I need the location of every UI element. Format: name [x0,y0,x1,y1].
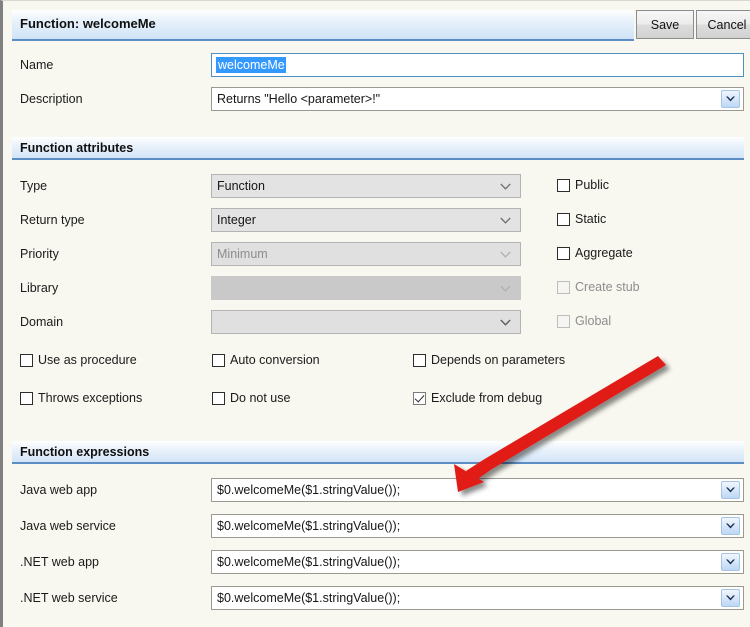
dotnet-web-app-value: $0.welcomeMe($1.stringValue()); [217,555,401,569]
public-checkbox[interactable]: Public [557,178,609,192]
chevron-down-icon[interactable] [495,319,515,326]
type-combobox[interactable]: Function [211,174,521,198]
save-button[interactable]: Save [636,10,694,39]
library-row: Library Create stub [12,276,744,302]
checkbox-box [557,178,570,192]
checkbox-box [557,212,570,226]
description-row: Description Returns "Hello <parameter>!" [12,87,744,113]
chevron-down-icon[interactable] [721,589,740,607]
chevron-down-icon[interactable] [721,90,740,108]
java-web-app-value: $0.welcomeMe($1.stringValue()); [217,483,401,497]
dotnet-web-service-value: $0.welcomeMe($1.stringValue()); [217,591,401,605]
type-value: Function [217,179,265,193]
function-expressions-header: Function expressions [12,441,744,464]
java-web-service-combobox[interactable]: $0.welcomeMe($1.stringValue()); [211,514,744,538]
chevron-down-icon[interactable] [721,481,740,499]
checkbox-box [20,353,33,367]
global-checkbox: Global [557,314,611,328]
function-editor-window: Function: welcomeMe Save Cancel ? Name w… [0,0,750,627]
checkbox-box-checked [413,391,426,405]
throws-exceptions-label: Throws exceptions [38,391,143,405]
type-label: Type [20,179,48,193]
domain-row: Domain Global [12,310,744,336]
window-titlebar: Function: welcomeMe Save Cancel ? [12,10,750,41]
name-label: Name [20,58,54,72]
name-input[interactable]: welcomeMe [211,53,744,77]
depends-on-parameters-label: Depends on parameters [431,353,566,367]
checkbox-box [212,353,225,367]
return-type-label: Return type [20,213,85,227]
java-web-app-combobox[interactable]: $0.welcomeMe($1.stringValue()); [211,478,744,502]
exclude-from-debug-checkbox[interactable]: Exclude from debug [413,391,542,405]
priority-combobox: Minimum [211,242,521,266]
auto-conversion-label: Auto conversion [230,353,320,367]
aggregate-label: Aggregate [575,246,633,260]
return-type-combobox[interactable]: Integer [211,208,521,232]
throws-exceptions-checkbox[interactable]: Throws exceptions [20,391,142,405]
java-web-app-row: Java web app $0.welcomeMe($1.stringValue… [12,478,744,504]
public-label: Public [575,178,610,192]
auto-conversion-checkbox[interactable]: Auto conversion [212,353,320,367]
create-stub-checkbox: Create stub [557,280,640,294]
global-label: Global [575,314,612,328]
description-value: Returns "Hello <parameter>!" [217,92,381,106]
library-combobox [211,276,521,300]
priority-label: Priority [20,247,59,261]
chevron-down-icon[interactable] [495,183,515,190]
library-label: Library [20,281,59,295]
depends-on-parameters-checkbox[interactable]: Depends on parameters [413,353,565,367]
checkbox-box [413,353,426,367]
cancel-button[interactable]: Cancel [696,10,750,39]
create-stub-label: Create stub [575,280,640,294]
dotnet-web-app-row: .NET web app $0.welcomeMe($1.stringValue… [12,550,744,576]
dotnet-web-app-label: .NET web app [20,555,99,569]
description-combobox[interactable]: Returns "Hello <parameter>!" [211,87,744,111]
aggregate-checkbox[interactable]: Aggregate [557,246,633,260]
description-label: Description [20,92,83,106]
return-type-value: Integer [217,213,256,227]
use-as-procedure-label: Use as procedure [38,353,137,367]
static-checkbox[interactable]: Static [557,212,606,226]
name-row: Name welcomeMe [12,53,744,79]
chevron-down-icon [495,251,515,258]
use-as-procedure-checkbox[interactable]: Use as procedure [20,353,137,367]
java-web-service-value: $0.welcomeMe($1.stringValue()); [217,519,401,533]
checkbox-box [557,246,570,260]
domain-combobox[interactable] [211,310,521,334]
dotnet-web-app-combobox[interactable]: $0.welcomeMe($1.stringValue()); [211,550,744,574]
java-web-service-row: Java web service $0.welcomeMe($1.stringV… [12,514,744,540]
function-expressions-title: Function expressions [20,445,150,459]
priority-row: Priority Minimum Aggregate [12,242,744,268]
checkbox-box [557,280,570,294]
type-row: Type Function Public [12,174,744,200]
return-type-row: Return type Integer Static [12,208,744,234]
priority-value: Minimum [217,247,268,261]
chevron-down-icon [495,285,515,292]
dotnet-web-service-combobox[interactable]: $0.welcomeMe($1.stringValue()); [211,586,744,610]
function-attributes-title: Function attributes [20,141,134,155]
chevron-down-icon[interactable] [721,553,740,571]
dotnet-web-service-label: .NET web service [20,591,118,605]
page-title: Function: welcomeMe [20,16,156,31]
exclude-from-debug-label: Exclude from debug [431,391,543,405]
titlebar-band: Function: welcomeMe [12,10,634,41]
dotnet-web-service-row: .NET web service $0.welcomeMe($1.stringV… [12,586,744,612]
domain-label: Domain [20,315,64,329]
static-label: Static [575,212,607,226]
checkbox-box [557,314,570,328]
java-web-service-label: Java web service [20,519,116,533]
do-not-use-label: Do not use [230,391,291,405]
name-input-value: welcomeMe [216,57,286,73]
chevron-down-icon[interactable] [721,517,740,535]
chevron-down-icon[interactable] [495,217,515,224]
function-attributes-header: Function attributes [12,137,744,160]
checkbox-box [20,391,33,405]
do-not-use-checkbox[interactable]: Do not use [212,391,290,405]
java-web-app-label: Java web app [20,483,98,497]
checkbox-box [212,391,225,405]
